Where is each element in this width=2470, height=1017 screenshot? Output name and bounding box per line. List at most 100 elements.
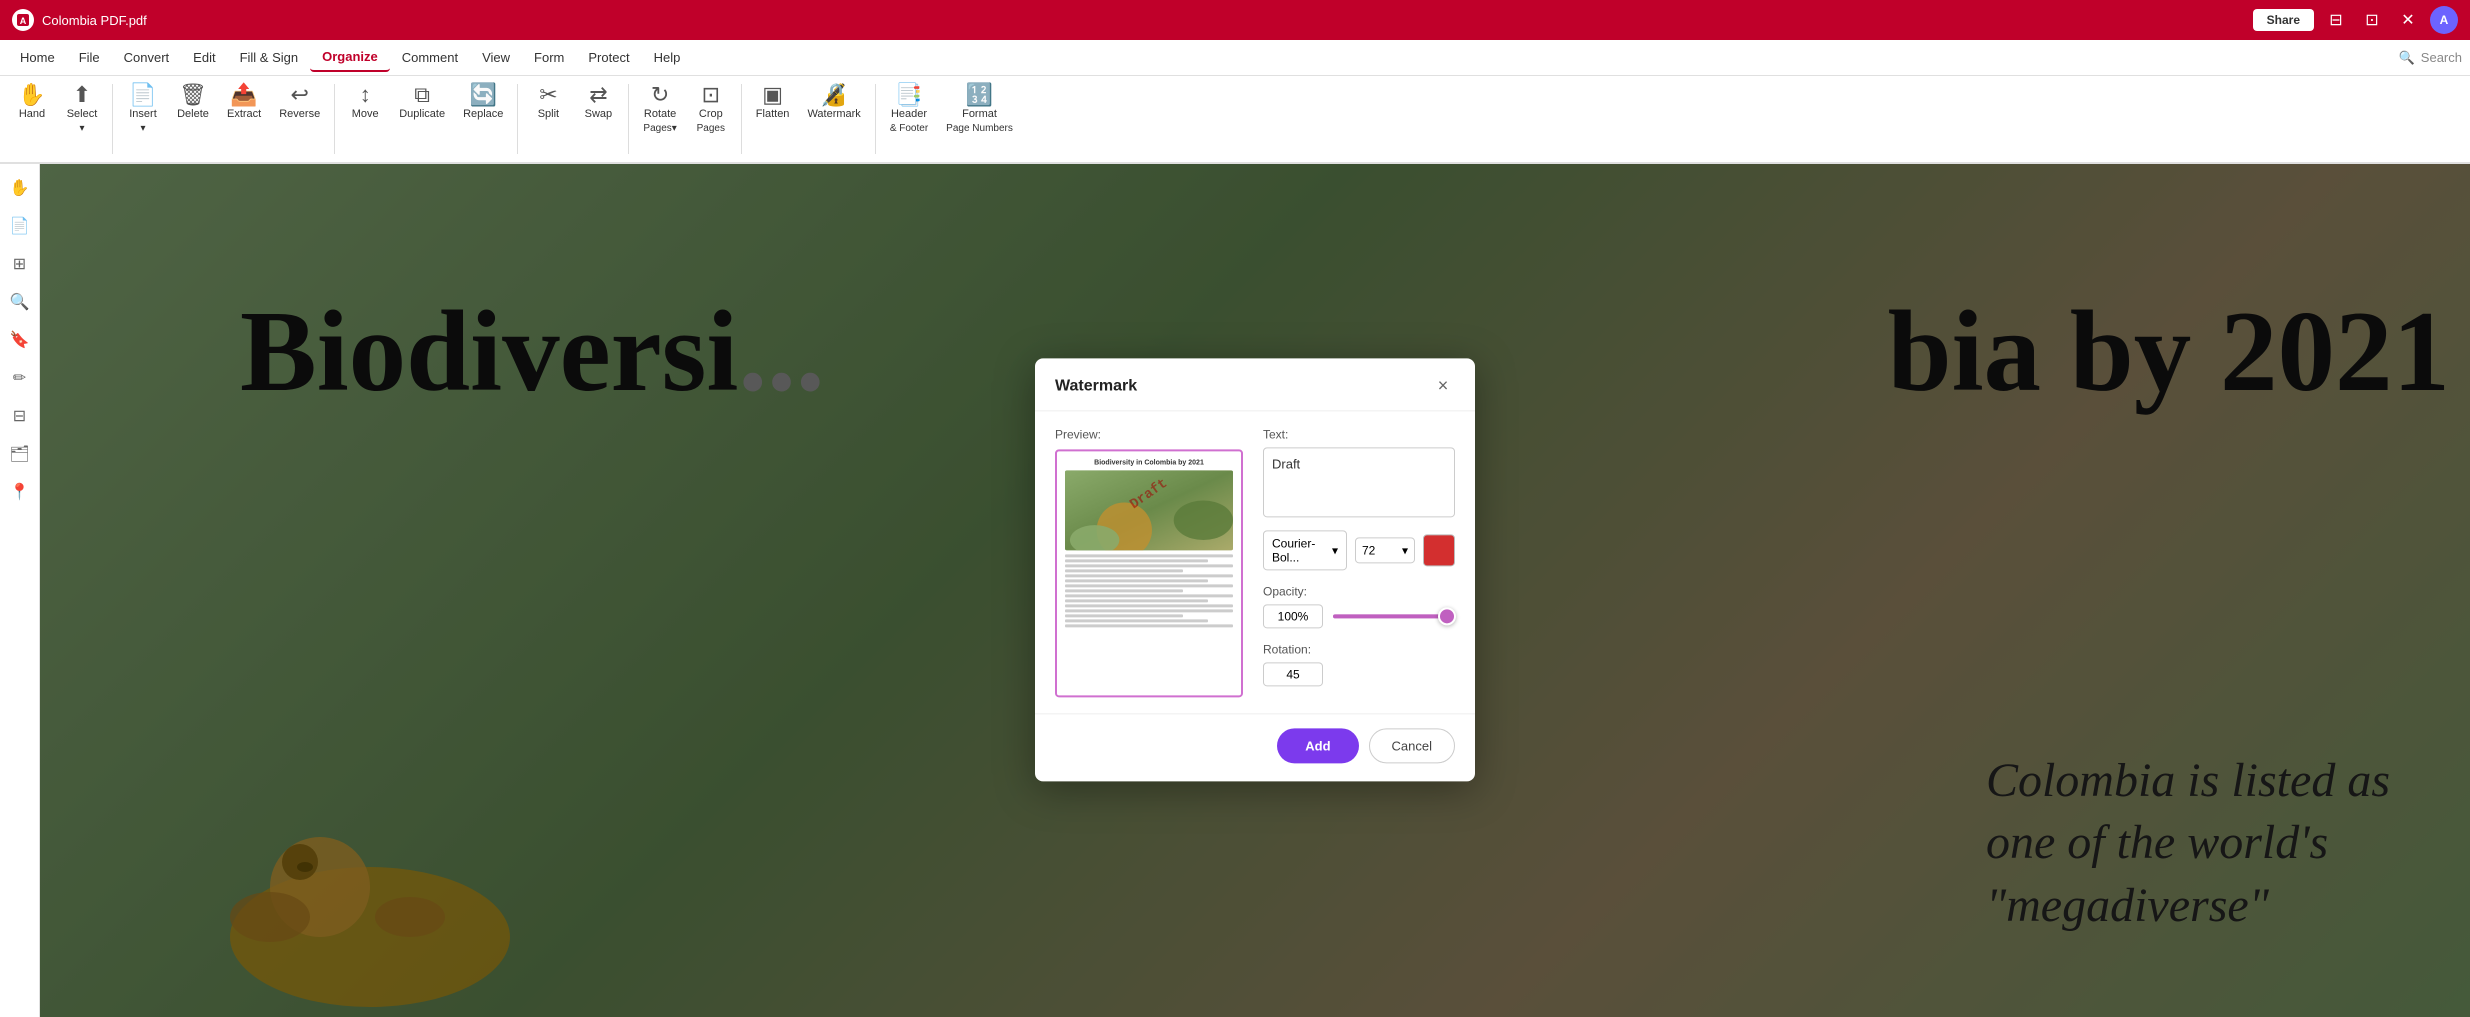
preview-page-title: Biodiversity in Colombia by 2021 <box>1065 459 1233 466</box>
sidebar-location[interactable]: 📍 <box>4 476 36 508</box>
preview-image-area: Draft <box>1065 470 1233 550</box>
sidebar-bookmarks[interactable]: 🔖 <box>4 324 36 356</box>
swap-icon: ⇄ <box>589 84 607 106</box>
menu-file[interactable]: File <box>67 44 112 71</box>
font-select-chevron: ▾ <box>1332 543 1338 557</box>
preview-page: Biodiversity in Colombia by 2021 <box>1057 451 1241 695</box>
extract-icon: 📤 <box>230 84 257 106</box>
ribbon-watermark[interactable]: 🔏 Watermark <box>799 80 868 158</box>
sidebar-hand-tool[interactable]: ✋ <box>4 172 36 204</box>
ribbon-flatten[interactable]: ▣ Flatten <box>748 80 798 158</box>
preview-line <box>1065 589 1183 592</box>
search-bar[interactable]: 🔍 Search <box>2399 50 2462 66</box>
sidebar-layers[interactable]: ⊟ <box>4 400 36 432</box>
rotation-input[interactable] <box>1263 662 1323 686</box>
share-button[interactable]: Share <box>2253 9 2314 31</box>
ribbon-delete[interactable]: 🗑 Delete <box>169 80 217 158</box>
font-size-value: 72 <box>1362 543 1375 557</box>
menu-protect[interactable]: Protect <box>576 44 641 71</box>
swap-label: Swap <box>585 108 613 121</box>
title-bar-left: A Colombia PDF.pdf <box>12 9 147 31</box>
preview-text-lines <box>1065 554 1233 627</box>
ribbon-split[interactable]: ✂ Split <box>524 80 572 158</box>
ribbon-replace[interactable]: 🔄 Replace <box>455 80 511 158</box>
color-picker[interactable] <box>1423 534 1455 566</box>
sidebar-search[interactable]: 🔍 <box>4 286 36 318</box>
format-page-numbers-icon: 🔢 <box>966 84 993 106</box>
menu-bar-right: 🔍 Search <box>2399 50 2462 66</box>
font-select-value: Courier-Bol... <box>1272 536 1332 564</box>
ribbon-crop-pages[interactable]: ⊡ Crop Pages <box>687 80 735 158</box>
format-page-numbers-sublabel: Page Numbers <box>946 123 1013 135</box>
menu-convert[interactable]: Convert <box>112 44 182 71</box>
crop-pages-icon: ⊡ <box>702 84 720 106</box>
replace-label: Replace <box>463 108 503 121</box>
menu-form[interactable]: Form <box>522 44 576 71</box>
move-icon: ↕ <box>360 84 371 106</box>
preview-line <box>1065 619 1208 622</box>
ribbon-sep-3 <box>517 84 518 154</box>
ribbon-duplicate[interactable]: ⧉ Duplicate <box>391 80 453 158</box>
delete-label: Delete <box>177 108 209 121</box>
ribbon-hand[interactable]: ✋ Hand <box>8 80 56 158</box>
ribbon-reverse[interactable]: ↩ Reverse <box>271 80 328 158</box>
ribbon-select[interactable]: ⬆ Select ▾ <box>58 80 106 158</box>
preview-line <box>1065 599 1208 602</box>
menu-edit[interactable]: Edit <box>181 44 227 71</box>
sidebar-signatures[interactable]: 🗂 <box>4 438 36 470</box>
font-select[interactable]: Courier-Bol... ▾ <box>1263 530 1347 570</box>
preview-line <box>1065 569 1183 572</box>
window-minimize-icon[interactable]: ⊟ <box>2322 6 2350 34</box>
opacity-slider-thumb[interactable] <box>1438 607 1456 625</box>
insert-label: Insert <box>129 108 157 121</box>
title-bar-right: Share ⊟ ⊡ ✕ A <box>2253 6 2458 34</box>
move-label: Move <box>352 108 379 121</box>
font-size-select[interactable]: 72 ▾ <box>1355 537 1415 563</box>
opacity-slider[interactable] <box>1333 614 1455 618</box>
preview-line <box>1065 609 1233 612</box>
ribbon-format-page-numbers[interactable]: 🔢 Format Page Numbers <box>938 80 1021 158</box>
sidebar-thumbnail[interactable]: 📄 <box>4 210 36 242</box>
menu-organize[interactable]: Organize <box>310 43 390 72</box>
ribbon-move[interactable]: ↕ Move <box>341 80 389 158</box>
window-close-icon[interactable]: ✕ <box>2394 6 2422 34</box>
ribbon-extract[interactable]: 📤 Extract <box>219 80 269 158</box>
preview-line <box>1065 564 1233 567</box>
sidebar-annotations[interactable]: ✏ <box>4 362 36 394</box>
svg-text:A: A <box>20 16 27 26</box>
sidebar-pages[interactable]: ⊞ <box>4 248 36 280</box>
user-avatar[interactable]: A <box>2430 6 2458 34</box>
menu-comment[interactable]: Comment <box>390 44 470 71</box>
add-button[interactable]: Add <box>1277 728 1358 763</box>
select-icon: ⬆ <box>73 84 91 106</box>
opacity-input[interactable] <box>1263 604 1323 628</box>
ribbon-insert[interactable]: 📄 Insert ▾ <box>119 80 167 158</box>
rotate-pages-label: Rotate <box>644 108 676 121</box>
insert-icon: 📄 <box>129 84 156 106</box>
search-label[interactable]: Search <box>2421 50 2462 65</box>
menu-help[interactable]: Help <box>642 44 693 71</box>
ribbon-sep-2 <box>334 84 335 154</box>
ribbon-swap[interactable]: ⇄ Swap <box>574 80 622 158</box>
window-restore-icon[interactable]: ⊡ <box>2358 6 2386 34</box>
font-row: Courier-Bol... ▾ 72 ▾ <box>1263 530 1455 570</box>
crop-pages-sublabel: Pages <box>697 123 725 135</box>
delete-icon: 🗑 <box>179 84 207 106</box>
dialog-close-button[interactable]: × <box>1431 374 1455 398</box>
ribbon-sep-5 <box>741 84 742 154</box>
cancel-button[interactable]: Cancel <box>1369 728 1455 763</box>
app-logo: A <box>12 9 34 31</box>
ribbon-header-footer[interactable]: 📑 Header & Footer <box>882 80 936 158</box>
split-icon: ✂ <box>539 84 557 106</box>
rotation-label: Rotation: <box>1263 642 1455 656</box>
ribbon-rotate-pages[interactable]: ↻ Rotate Pages▾ <box>635 80 684 158</box>
watermark-text-input[interactable]: Draft <box>1263 447 1455 517</box>
watermark-label: Watermark <box>807 108 860 121</box>
menu-home[interactable]: Home <box>8 44 67 71</box>
preview-label: Preview: <box>1055 427 1243 441</box>
menu-view[interactable]: View <box>470 44 522 71</box>
watermark-dialog: Watermark × Preview: Biodiversity in Col… <box>1035 358 1475 781</box>
title-bar: A Colombia PDF.pdf Share ⊟ ⊡ ✕ A <box>0 0 2470 40</box>
menu-fill-sign[interactable]: Fill & Sign <box>228 44 311 71</box>
preview-line <box>1065 594 1233 597</box>
